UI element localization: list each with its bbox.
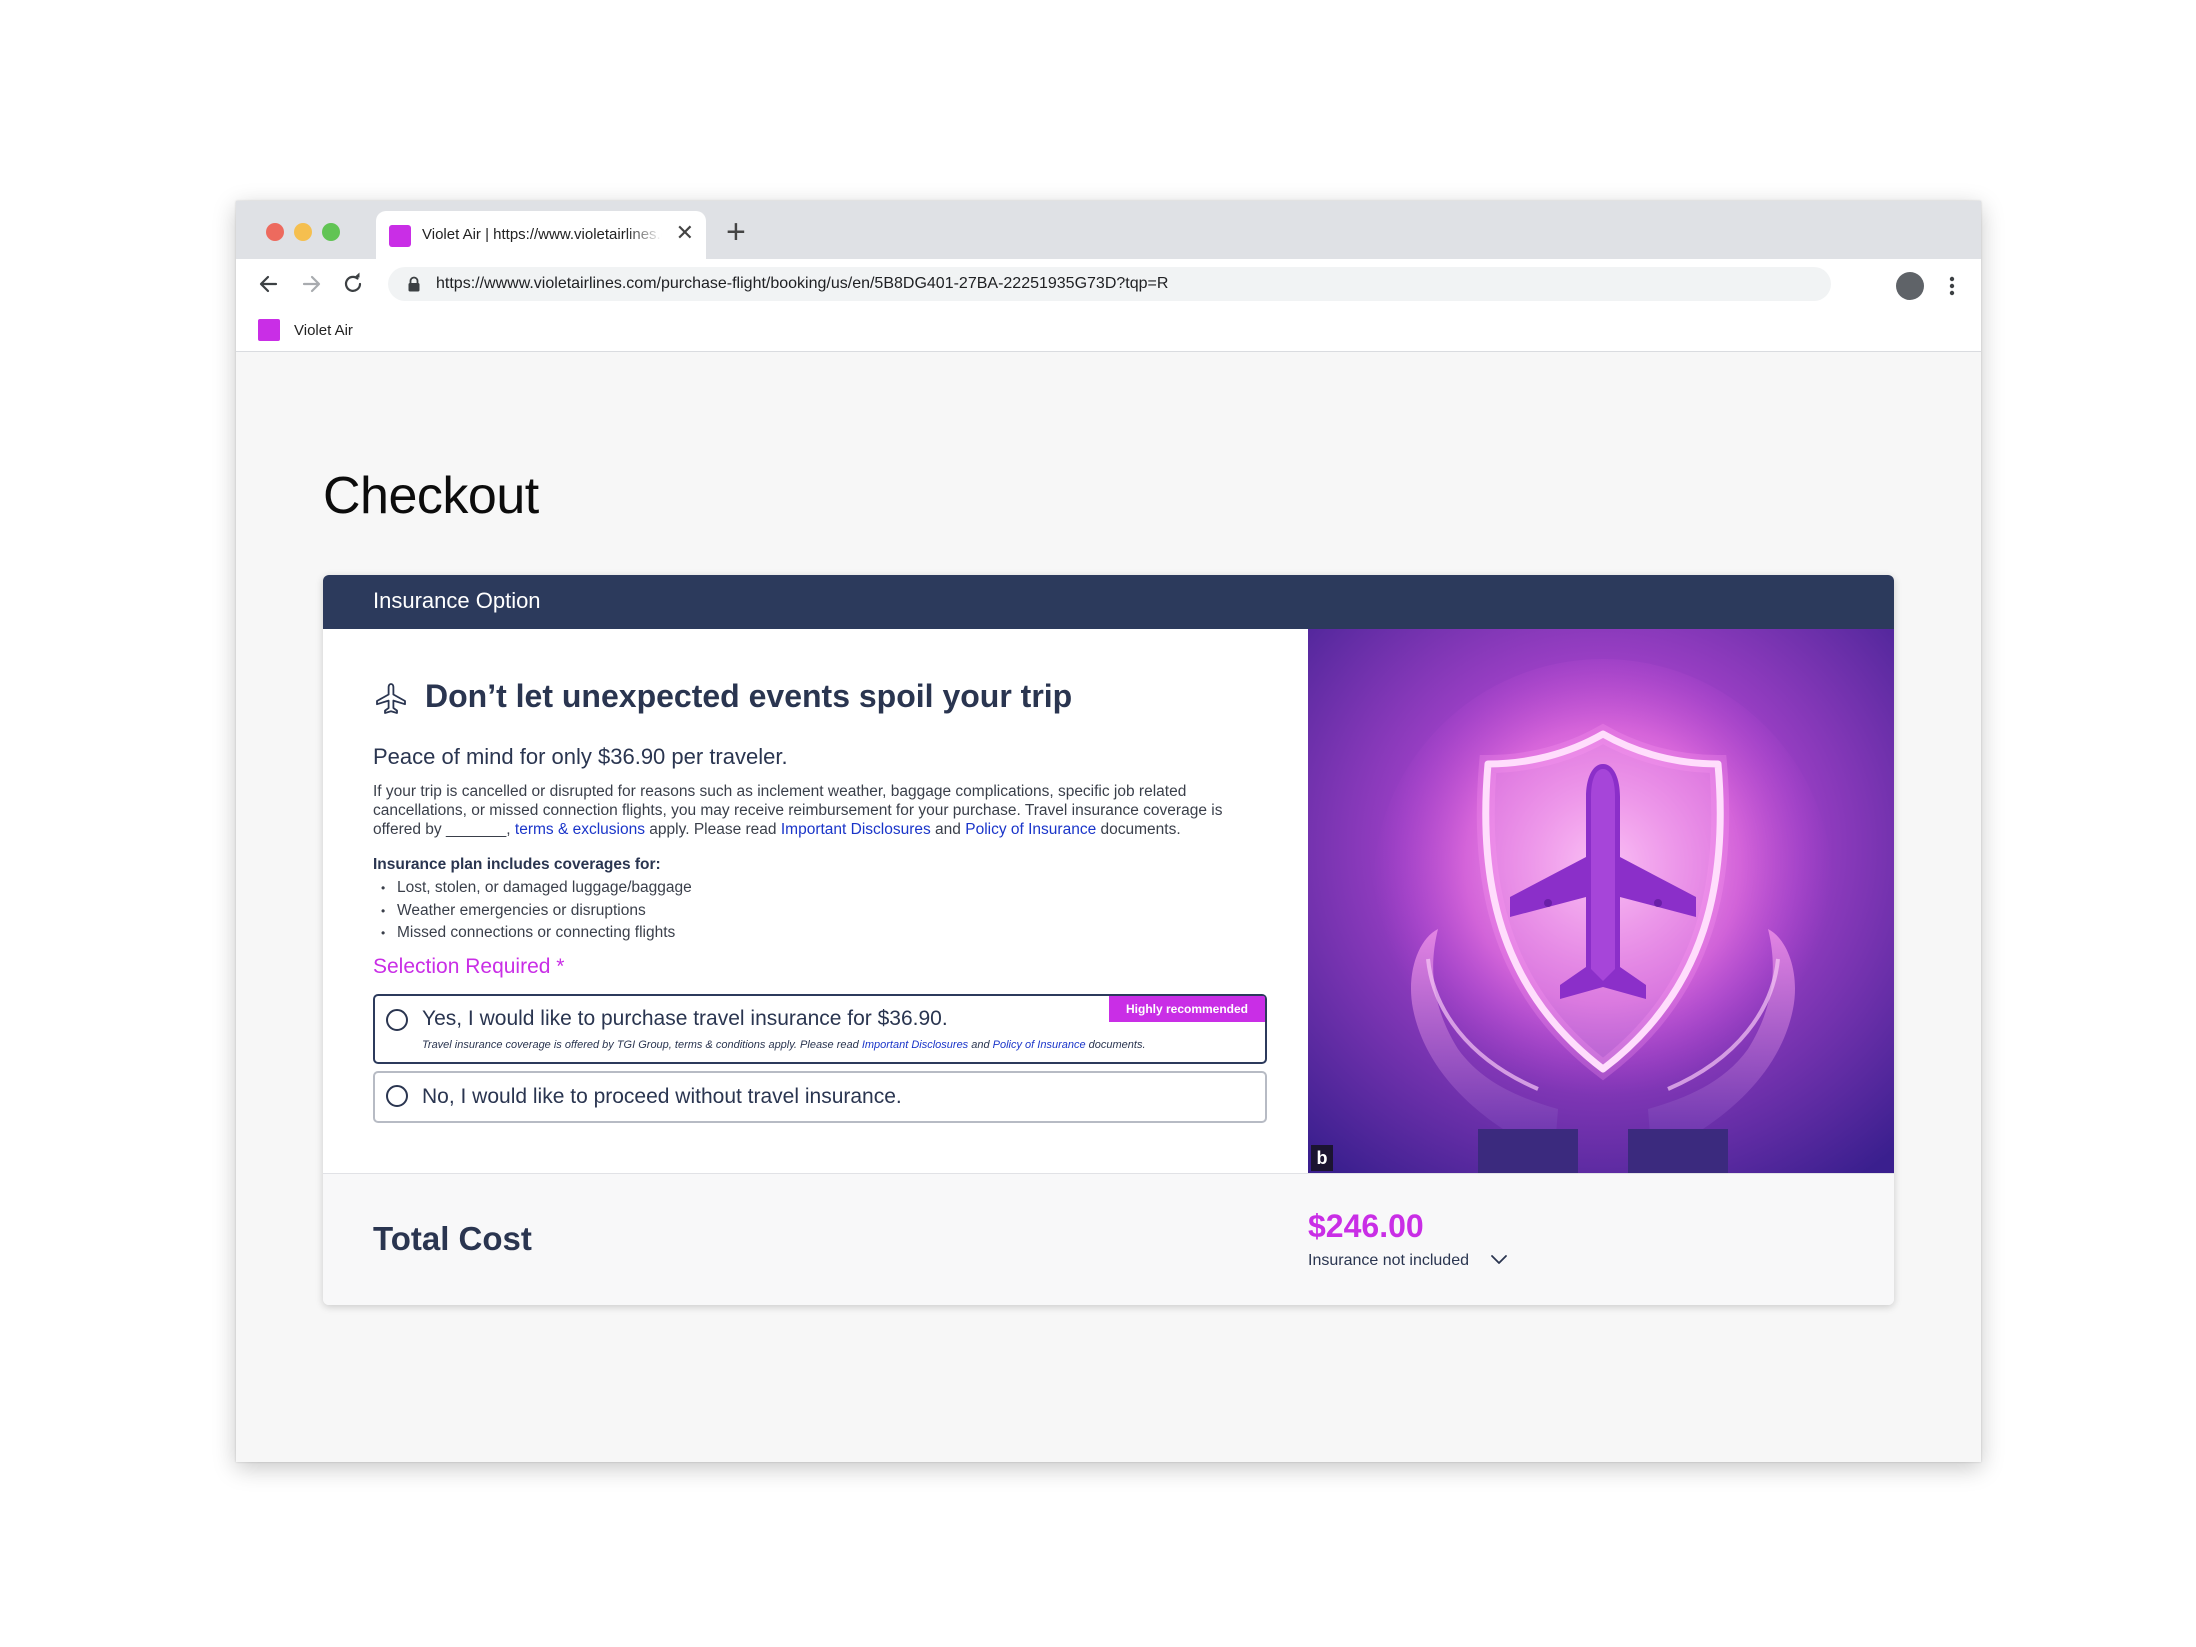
tab-favicon-icon <box>389 225 411 247</box>
purchase-insurance-option[interactable]: Yes, I would like to purchase travel ins… <box>373 994 1267 1064</box>
arrow-left-icon <box>259 275 278 293</box>
decline-insurance-radio[interactable] <box>386 1085 408 1107</box>
reload-button[interactable] <box>340 271 366 297</box>
fine-print-disclosures-link[interactable]: Important Disclosures <box>862 1039 968 1051</box>
insurance-hero-image: b <box>1308 629 1894 1173</box>
maximize-window-button[interactable] <box>322 223 340 241</box>
reload-icon <box>344 272 362 292</box>
decline-insurance-label: No, I would like to proceed without trav… <box>422 1085 902 1108</box>
total-price: $246.00 <box>1308 1208 1424 1244</box>
description-text: documents. <box>1096 821 1181 838</box>
airplane-icon <box>376 683 406 714</box>
fine-print-text: and <box>968 1039 993 1051</box>
plan-coverage-title: Insurance plan includes coverages for: <box>373 856 661 873</box>
fine-print-policy-link[interactable]: Policy of Insurance <box>993 1039 1086 1051</box>
decline-insurance-option[interactable]: No, I would like to proceed without trav… <box>373 1071 1267 1123</box>
highly-recommended-badge: Highly recommended <box>1109 996 1265 1022</box>
list-item: Missed connections or connecting flights <box>381 922 692 945</box>
bookmark-label: Violet Air <box>294 322 353 339</box>
list-item: Weather emergencies or disruptions <box>381 900 692 923</box>
important-disclosures-link[interactable]: Important Disclosures <box>781 821 931 838</box>
back-button[interactable] <box>256 271 282 297</box>
browser-tab[interactable]: Violet Air | https://www.violetairlines.… <box>376 211 706 259</box>
kebab-menu-icon[interactable] <box>1942 272 1962 300</box>
card-header-title: Insurance Option <box>373 588 541 613</box>
fine-print-text: documents. <box>1085 1039 1146 1051</box>
fine-print-text: Travel insurance coverage is offered by … <box>422 1039 862 1051</box>
tab-title: Violet Air | https://www.violetairlines.… <box>422 226 662 243</box>
total-cost-section: Total Cost $246.00 Insurance not include… <box>323 1173 1894 1305</box>
list-item: Lost, stolen, or damaged luggage/baggage <box>381 877 692 900</box>
purchase-insurance-fine-print: Travel insurance coverage is offered by … <box>422 1039 1146 1051</box>
total-cost-label: Total Cost <box>373 1220 532 1257</box>
lock-icon <box>408 276 420 292</box>
purchase-insurance-radio[interactable] <box>386 1009 408 1031</box>
insurance-card: Insurance Option Don’t let unexpected ev… <box>323 575 1894 1305</box>
address-bar[interactable]: https://wwww.violetairlines.com/purchase… <box>388 267 1831 301</box>
chevron-down-icon[interactable] <box>1490 1252 1508 1268</box>
page-title: Checkout <box>323 467 539 525</box>
shield-plane-hands-illustration <box>1308 629 1894 1173</box>
browser-window: Violet Air | https://www.violetairlines.… <box>236 201 1981 1462</box>
policy-of-insurance-link[interactable]: Policy of Insurance <box>965 821 1096 838</box>
selection-required-label: Selection Required * <box>373 955 565 978</box>
profile-avatar[interactable] <box>1896 272 1924 300</box>
description-text: and <box>930 821 966 838</box>
forward-button[interactable] <box>298 271 324 297</box>
headline: Don’t let unexpected events spoil your t… <box>425 678 1073 714</box>
coverage-list: Lost, stolen, or damaged luggage/baggage… <box>381 877 692 945</box>
bookmark-favicon-icon <box>258 319 280 341</box>
purchase-insurance-label: Yes, I would like to purchase travel ins… <box>422 1007 948 1030</box>
image-source-mark: b <box>1311 1145 1333 1171</box>
description-text: apply. Please read <box>645 821 781 838</box>
bookmarks-bar: Violet Air <box>236 309 1981 352</box>
close-window-button[interactable] <box>266 223 284 241</box>
insurance-description: If your trip is cancelled or disrupted f… <box>373 782 1253 839</box>
tab-close-icon[interactable]: ✕ <box>676 221 694 245</box>
minimize-window-button[interactable] <box>294 223 312 241</box>
insurance-status-note: Insurance not included <box>1308 1252 1469 1269</box>
price-subhead: Peace of mind for only $36.90 per travel… <box>373 744 788 769</box>
terms-exclusions-link[interactable]: terms & exclusions <box>515 821 645 838</box>
browser-toolbar: https://wwww.violetairlines.com/purchase… <box>236 259 1981 309</box>
new-tab-button[interactable]: + <box>726 215 746 249</box>
url-text: https://wwww.violetairlines.com/purchase… <box>436 275 1169 292</box>
arrow-right-icon <box>302 275 321 293</box>
tab-strip: Violet Air | https://www.violetairlines.… <box>236 201 1981 259</box>
card-header: Insurance Option <box>323 575 1894 629</box>
